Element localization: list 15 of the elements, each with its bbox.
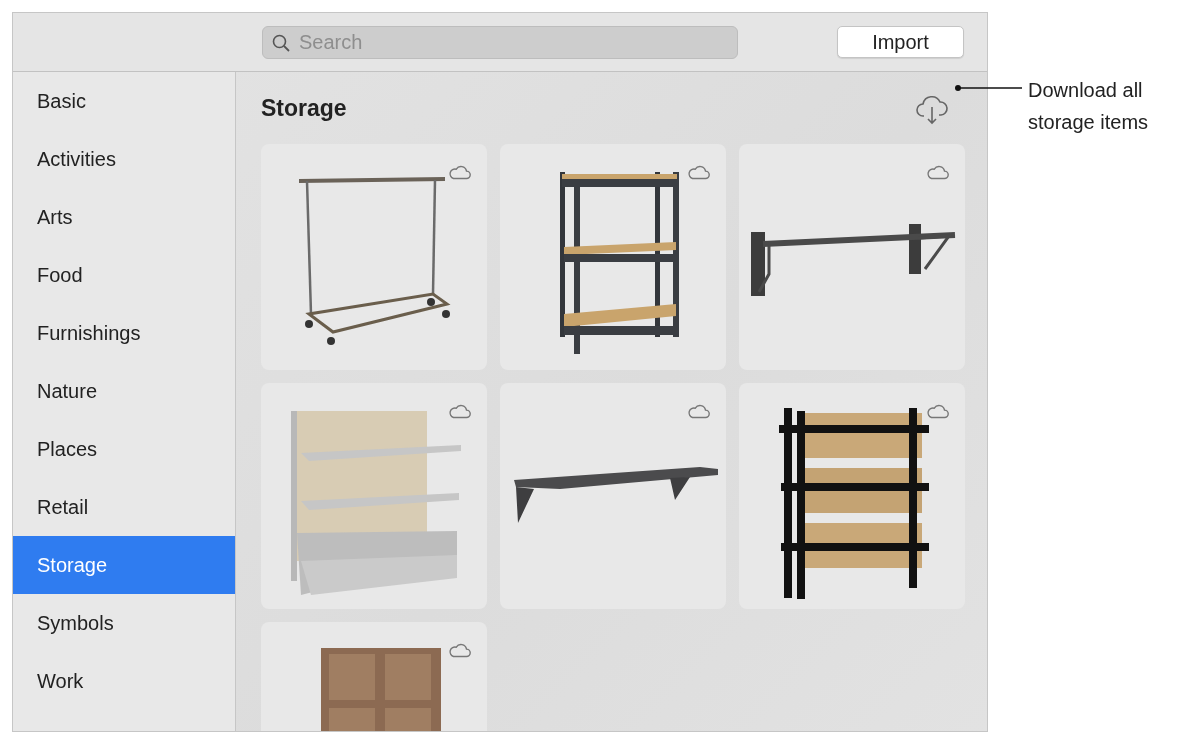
sidebar-item[interactable]: Work xyxy=(13,652,235,710)
sidebar-item[interactable]: Places xyxy=(13,420,235,478)
import-button[interactable]: Import xyxy=(837,26,964,58)
sidebar-item[interactable]: Activities xyxy=(13,130,235,188)
sidebar-item[interactable]: Basic xyxy=(13,72,235,130)
sidebar-item[interactable]: Nature xyxy=(13,362,235,420)
sidebar-item[interactable]: Retail xyxy=(13,478,235,536)
sidebar-item[interactable]: Arts xyxy=(13,188,235,246)
search-field[interactable]: Search xyxy=(262,25,738,59)
sidebar-item[interactable]: Food xyxy=(13,246,235,304)
section-title: Storage xyxy=(261,95,347,122)
sidebar-item[interactable]: Furnishings xyxy=(13,304,235,362)
sidebar-item[interactable]: Storage xyxy=(13,536,235,594)
callout-text: Download all storage items xyxy=(1028,78,1150,135)
sidebar-item[interactable]: Symbols xyxy=(13,594,235,652)
